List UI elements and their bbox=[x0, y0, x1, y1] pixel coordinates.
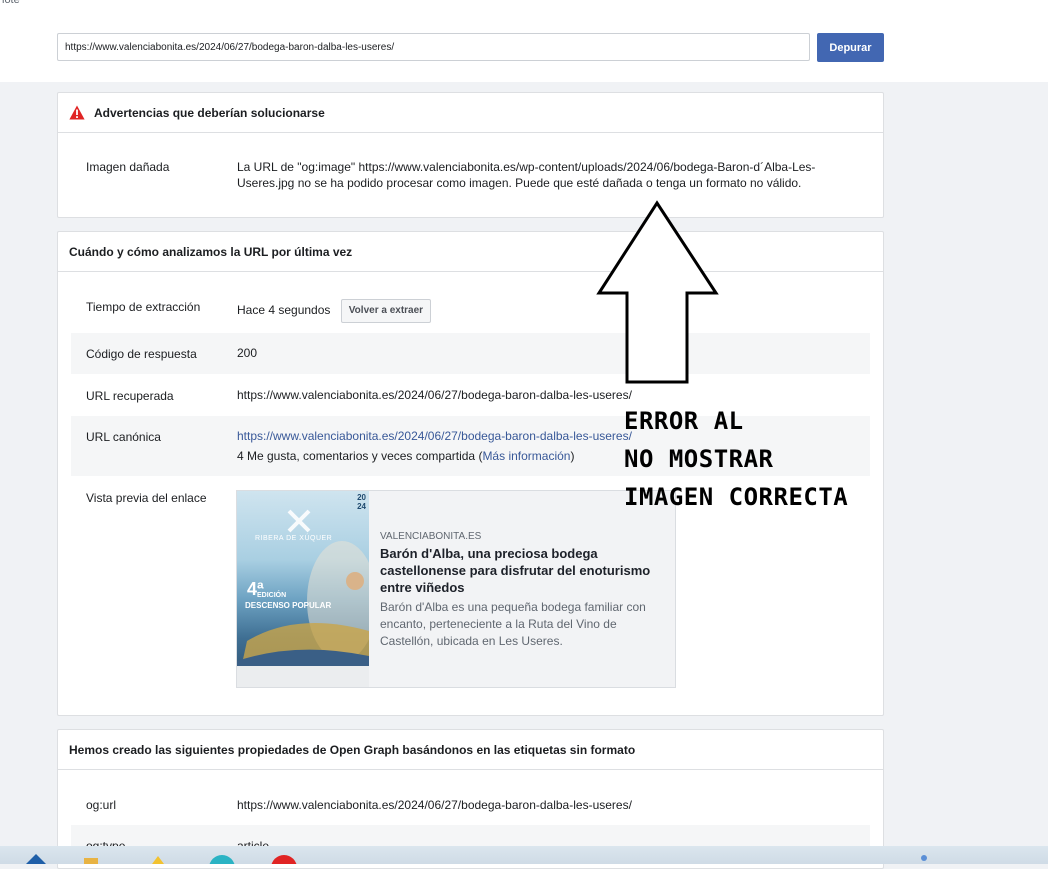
fetch-time-text: Hace 4 segundos bbox=[237, 303, 331, 318]
link-preview-label: Vista previa del enlace bbox=[86, 491, 207, 505]
refetch-button[interactable]: Volver a extraer bbox=[340, 299, 432, 323]
fetched-url-link[interactable]: https://www.valenciabonita.es/2024/06/27… bbox=[237, 387, 632, 403]
warnings-header: Advertencias que deberían solucionarse bbox=[58, 93, 883, 133]
open-graph-header: Hemos creado las siguientes propiedades … bbox=[58, 730, 883, 770]
preview-year-bottom: 24 bbox=[357, 502, 366, 511]
fetch-time-value: Hace 4 segundos Volver a extraer bbox=[237, 299, 432, 323]
og-url-label: og:url bbox=[86, 798, 117, 812]
taskbar-icons bbox=[26, 854, 927, 869]
og-url-row: og:url https://www.valenciabonita.es/202… bbox=[71, 784, 870, 824]
preview-event: DESCENSO POPULAR bbox=[245, 601, 332, 610]
preview-domain: VALENCIABONITA.ES bbox=[380, 531, 482, 542]
response-code-value: 200 bbox=[237, 346, 258, 360]
warning-message-line2: Useres.jpg no se ha podido procesar como… bbox=[237, 176, 802, 190]
response-code-label: Código de respuesta bbox=[86, 347, 197, 361]
error-annotation: ERROR AL NO MOSTRAR IMAGEN CORRECTA bbox=[624, 402, 848, 516]
canonical-url-label: URL canónica bbox=[86, 430, 161, 444]
preview-year: 20 24 bbox=[357, 493, 366, 511]
warning-icon bbox=[69, 105, 85, 120]
open-graph-title: Hemos creado las siguientes propiedades … bbox=[69, 742, 636, 757]
debug-button[interactable]: Depurar bbox=[817, 33, 884, 62]
fetched-url-label: URL recuperada bbox=[86, 389, 174, 403]
scrape-header: Cuándo y cómo analizamos la URL por últi… bbox=[58, 232, 883, 272]
url-input[interactable] bbox=[57, 33, 810, 61]
annotation-line2: NO MOSTRAR bbox=[624, 445, 774, 473]
engagement-text: 4 Me gusta, comentarios y veces comparti… bbox=[237, 448, 632, 464]
fetch-time-label: Tiempo de extracción bbox=[86, 300, 201, 314]
warning-message-line1: La URL de "og:image" https://www.valenci… bbox=[237, 160, 816, 174]
preview-edition: EDICIÓN bbox=[257, 592, 287, 599]
preview-year-top: 20 bbox=[357, 493, 366, 502]
warning-message: La URL de "og:image" https://www.valenci… bbox=[237, 159, 857, 191]
canonical-url-value: https://www.valenciabonita.es/2024/06/27… bbox=[237, 428, 632, 464]
preview-title: Barón d'Alba, una preciosa bodega castel… bbox=[380, 546, 651, 595]
more-info-link[interactable]: Más información bbox=[482, 449, 570, 463]
preview-brand: RIBERA DE XÚQUER bbox=[255, 535, 333, 542]
row-response-code: Código de respuesta 200 bbox=[71, 333, 870, 374]
preview-image: 20 24 RIBERA DE XÚQUER 4ª EDICIÓN DESCEN… bbox=[237, 491, 369, 687]
engagement-suffix: ) bbox=[570, 449, 575, 463]
warning-label: Imagen dañada bbox=[86, 160, 170, 174]
warnings-panel: Advertencias que deberían solucionarse I… bbox=[57, 92, 884, 218]
og-url-value: https://www.valenciabonita.es/2024/06/27… bbox=[237, 798, 632, 812]
annotation-line1: ERROR AL bbox=[624, 407, 744, 435]
annotation-line3: IMAGEN CORRECTA bbox=[624, 483, 849, 511]
warning-row: Imagen dañada La URL de "og:image" https… bbox=[71, 153, 870, 203]
engagement-count: 4 Me gusta, comentarios y veces comparti… bbox=[237, 449, 483, 463]
preview-text: VALENCIABONITA.ES Barón d'Alba, una prec… bbox=[369, 491, 675, 687]
canonical-url-link[interactable]: https://www.valenciabonita.es/2024/06/27… bbox=[237, 428, 632, 444]
taskbar bbox=[0, 846, 1048, 869]
cut-off-text: lote bbox=[2, 0, 20, 6]
warnings-title: Advertencias que deberían solucionarse bbox=[94, 105, 325, 120]
annotation-arrow-icon bbox=[596, 200, 719, 384]
preview-description: Barón d'Alba es una pequeña bodega famil… bbox=[380, 600, 646, 648]
link-preview-card[interactable]: 20 24 RIBERA DE XÚQUER 4ª EDICIÓN DESCEN… bbox=[236, 490, 676, 688]
row-fetch-time: Tiempo de extracción Hace 4 segundos Vol… bbox=[71, 286, 870, 328]
scrape-title: Cuándo y cómo analizamos la URL por últi… bbox=[69, 244, 353, 259]
